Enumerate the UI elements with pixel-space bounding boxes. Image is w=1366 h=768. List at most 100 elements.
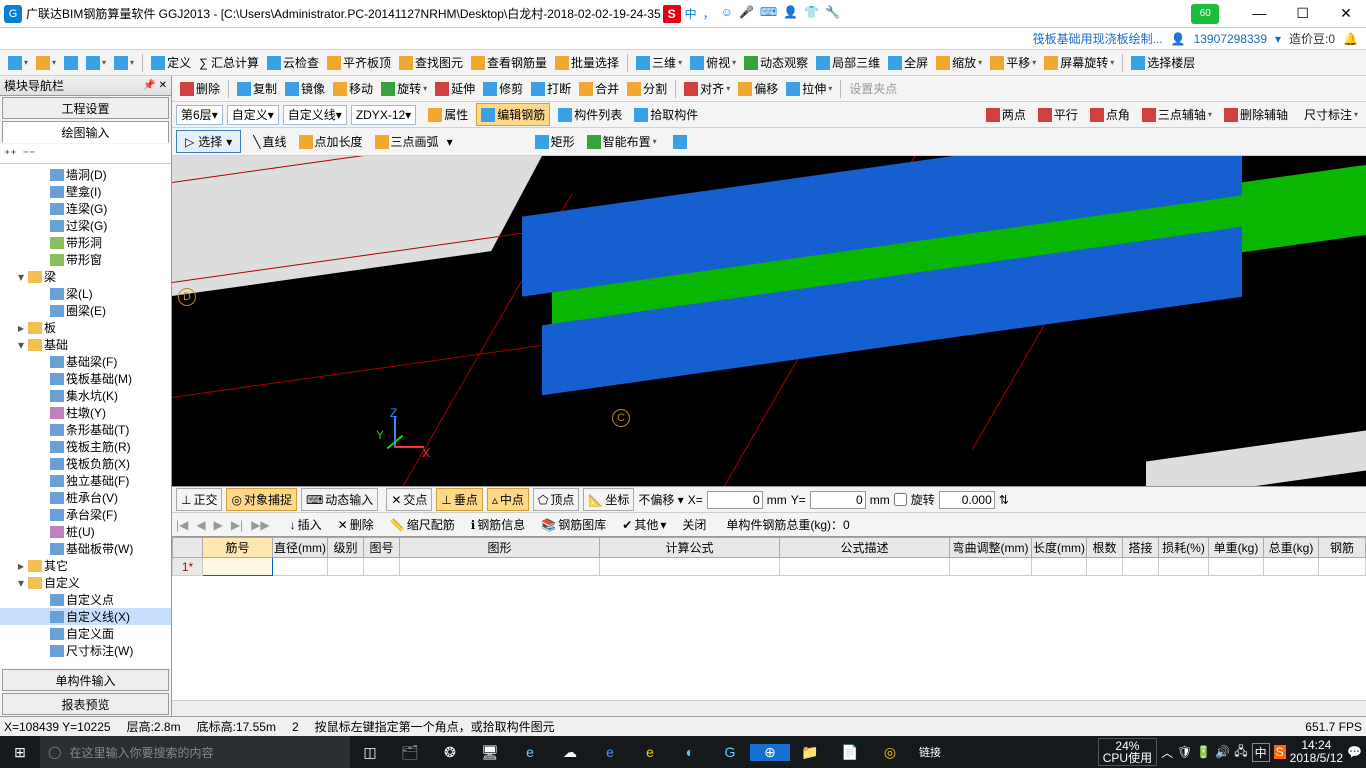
rotate-input[interactable] bbox=[939, 491, 995, 509]
first-icon[interactable]: |◀ bbox=[176, 518, 188, 532]
3d-viewport[interactable]: D C Z Y X bbox=[172, 156, 1366, 486]
find-graph-button[interactable]: 查找图元 bbox=[395, 52, 467, 73]
app-icon-6[interactable]: G bbox=[710, 744, 750, 760]
ime-tool-icon[interactable]: 🔧 bbox=[825, 5, 840, 22]
undo-button[interactable]: ▾ bbox=[82, 54, 110, 72]
tree-item[interactable]: 筏板主筋(R) bbox=[0, 438, 171, 455]
app-icon-8[interactable]: 📁 bbox=[790, 744, 830, 761]
tray-chevron-up-icon[interactable]: ︿ bbox=[1161, 744, 1173, 761]
merge-button[interactable]: 合并 bbox=[575, 78, 623, 99]
tree-item[interactable]: 筏板负筋(X) bbox=[0, 455, 171, 472]
rebar-lib-button[interactable]: 📚 钢筋图库 bbox=[537, 514, 610, 535]
dynamic-view-button[interactable]: 动态观察 bbox=[740, 52, 812, 73]
task-view-icon[interactable]: ◫ bbox=[350, 744, 390, 761]
col-totalw[interactable]: 总重(kg) bbox=[1264, 538, 1319, 558]
nav-icon[interactable]: ▶▶ bbox=[251, 518, 269, 532]
maximize-button[interactable]: ☐ bbox=[1283, 5, 1323, 22]
tray-notif-icon[interactable]: 💬 bbox=[1347, 745, 1362, 759]
tray-volume-icon[interactable]: 🔊 bbox=[1215, 745, 1230, 759]
edit-rebar-button[interactable]: 编辑钢筋 bbox=[476, 103, 550, 126]
close-button[interactable]: ✕ bbox=[1326, 5, 1366, 22]
app-icon-10[interactable]: ◎ bbox=[870, 744, 910, 761]
define-button[interactable]: 定义 bbox=[147, 52, 195, 73]
app-icon-7[interactable]: ⊕ bbox=[750, 744, 790, 761]
tree-item[interactable]: 圈梁(E) bbox=[0, 302, 171, 319]
view-rebar-button[interactable]: 查看钢筋量 bbox=[467, 52, 551, 73]
intersection-snap[interactable]: ✕ 交点 bbox=[386, 488, 432, 511]
component-list-button[interactable]: 构件列表 bbox=[554, 104, 626, 125]
tab-single-input[interactable]: 单构件输入 bbox=[2, 669, 169, 691]
offset-button[interactable]: 偏移 bbox=[734, 78, 782, 99]
save-button[interactable] bbox=[60, 54, 82, 72]
open-button[interactable]: ▾ bbox=[32, 54, 60, 72]
tree-item[interactable]: 带形洞 bbox=[0, 234, 171, 251]
tree-item[interactable]: 墙洞(D) bbox=[0, 166, 171, 183]
dyninput-toggle[interactable]: ⌨ 动态输入 bbox=[301, 488, 378, 511]
delete-button[interactable]: 删除 bbox=[176, 78, 224, 99]
ime-punct-icon[interactable]: ， bbox=[703, 5, 715, 22]
tab-report-preview[interactable]: 报表预览 bbox=[2, 693, 169, 715]
col-count[interactable]: 根数 bbox=[1087, 538, 1123, 558]
col-length[interactable]: 长度(mm) bbox=[1032, 538, 1087, 558]
app-icon-3[interactable]: 🖥 bbox=[470, 744, 510, 761]
trim-button[interactable]: 修剪 bbox=[479, 78, 527, 99]
tree-item[interactable]: 尺寸标注(W) bbox=[0, 642, 171, 659]
type-select[interactable]: 自定义线 ▾ bbox=[283, 105, 347, 125]
edge2-icon[interactable]: e bbox=[590, 744, 630, 760]
mid-snap[interactable]: ▵ 中点 bbox=[487, 488, 529, 511]
tree-group-foundation[interactable]: ▾基础 bbox=[0, 336, 171, 353]
last-icon[interactable]: ▶| bbox=[231, 518, 243, 532]
select-floor-button[interactable]: 选择楼层 bbox=[1127, 52, 1199, 73]
copy-button[interactable]: 复制 bbox=[233, 78, 281, 99]
rotate-spin[interactable]: ⇅ bbox=[999, 493, 1009, 507]
code-select[interactable]: ZDYX-12 ▾ bbox=[351, 105, 416, 125]
sum-calc-button[interactable]: ∑ 汇总计算 bbox=[195, 52, 263, 73]
pointangle-button[interactable]: 点角 bbox=[1086, 104, 1134, 125]
perp-snap[interactable]: ⊥ 垂点 bbox=[436, 488, 482, 511]
user-dropdown-icon[interactable]: ▾ bbox=[1275, 32, 1281, 46]
mirror-button[interactable]: 镜像 bbox=[281, 78, 329, 99]
col-bend[interactable]: 弯曲调整(mm) bbox=[950, 538, 1032, 558]
new-button[interactable]: ▾ bbox=[4, 54, 32, 72]
extra-tool[interactable] bbox=[669, 133, 691, 151]
tree-item[interactable]: 壁龛(I) bbox=[0, 183, 171, 200]
align-button[interactable]: 对齐▾ bbox=[680, 78, 734, 99]
tree-item[interactable]: 桩(U) bbox=[0, 523, 171, 540]
tab-project-settings[interactable]: 工程设置 bbox=[2, 97, 169, 119]
fullscreen-button[interactable]: 全屏 bbox=[884, 52, 932, 73]
windows-taskbar[interactable]: ⊞ ◯ 在这里输入你要搜索的内容 ◫ 🗂 ❂ 🖥 e ☁ e e ◐ G ⊕ 📁… bbox=[0, 736, 1366, 768]
smart-layout-tool[interactable]: 智能布置▾ bbox=[583, 131, 661, 152]
news-link[interactable]: 筏板基础用现浇板绘制... bbox=[1033, 30, 1163, 47]
edge-icon[interactable]: e bbox=[510, 744, 550, 760]
local-3d-button[interactable]: 局部三维 bbox=[812, 52, 884, 73]
attributes-button[interactable]: 属性 bbox=[424, 104, 472, 125]
three-arc-tool[interactable]: 三点画弧 bbox=[371, 131, 443, 152]
ime-shirt-icon[interactable]: 👕 bbox=[804, 5, 819, 22]
pick-component-button[interactable]: 拾取构件 bbox=[630, 104, 702, 125]
tree-item[interactable]: 承台梁(F) bbox=[0, 506, 171, 523]
col-rebar-no[interactable]: 筋号 bbox=[203, 538, 273, 558]
col-diameter[interactable]: 直径(mm) bbox=[273, 538, 328, 558]
ime-smile-icon[interactable]: ☺ bbox=[721, 5, 733, 22]
cell-selected[interactable] bbox=[203, 558, 273, 576]
col-unitw[interactable]: 单重(kg) bbox=[1209, 538, 1264, 558]
tray-sogou-icon[interactable]: S bbox=[1274, 745, 1286, 759]
delete-row-button[interactable]: ✕ 删除 bbox=[334, 514, 378, 535]
redo-button[interactable]: ▾ bbox=[110, 54, 138, 72]
tree-item[interactable]: 桩承台(V) bbox=[0, 489, 171, 506]
tray-clock[interactable]: 14:242018/5/12 bbox=[1290, 739, 1343, 765]
tray-net-icon[interactable]: 🖧 bbox=[1234, 742, 1247, 763]
start-button[interactable]: ⊞ bbox=[0, 744, 40, 761]
col-shape[interactable]: 图形 bbox=[400, 538, 600, 558]
top-view-button[interactable]: 俯视▾ bbox=[686, 52, 740, 73]
component-tree[interactable]: 墙洞(D) 壁龛(I) 连梁(G) 过梁(G) 带形洞 带形窗 ▾梁 梁(L) … bbox=[0, 164, 171, 668]
ortho-toggle[interactable]: ⊥ 正交 bbox=[176, 488, 222, 511]
threeaux-button[interactable]: 三点辅轴▾ bbox=[1138, 104, 1216, 125]
ime-icons[interactable]: 中 ， ☺ 🎤 ⌨ 👤 👕 🔧 bbox=[685, 5, 840, 22]
cortana-icon[interactable]: ◯ bbox=[48, 745, 61, 759]
line-tool[interactable]: ╲ 直线 bbox=[249, 131, 290, 152]
3d-button[interactable]: 三维▾ bbox=[632, 52, 686, 73]
sogou-ime-icon[interactable]: S bbox=[663, 5, 681, 23]
extend-button[interactable]: 延伸 bbox=[431, 78, 479, 99]
parallel-button[interactable]: 平行 bbox=[1034, 104, 1082, 125]
